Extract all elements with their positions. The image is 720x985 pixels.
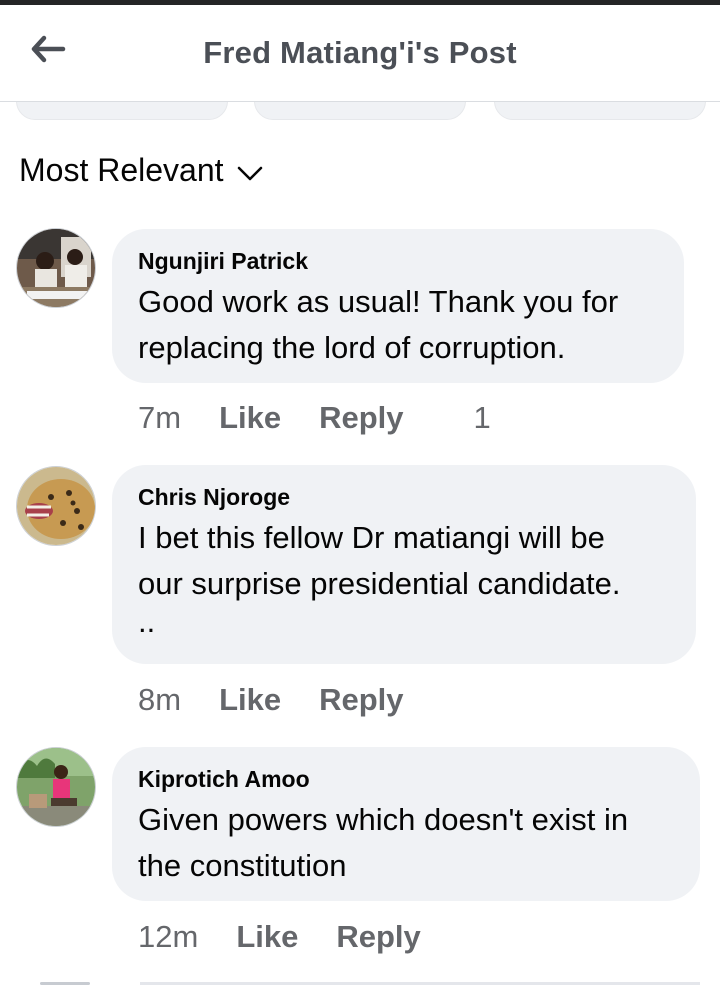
reply-button[interactable]: Reply <box>319 400 403 436</box>
comment-line: Given powers which doesn't exist in <box>138 802 629 837</box>
comment-time[interactable]: 8m <box>138 682 181 718</box>
comment-line: the constitution <box>138 848 347 883</box>
avatar-photo <box>17 748 95 826</box>
comment-bubble[interactable]: Chris Njoroge I bet this fellow Dr matia… <box>112 465 696 664</box>
reaction-filter-chips <box>0 102 720 122</box>
avatar-photo <box>17 229 95 307</box>
reply-button[interactable]: Reply <box>336 919 420 955</box>
comment-line: I bet this fellow Dr matiangi will be <box>138 520 605 555</box>
avatar[interactable] <box>16 228 96 308</box>
filter-chip[interactable] <box>494 102 706 120</box>
page-title: Fred Matiang'i's Post <box>203 35 517 70</box>
comment-author[interactable]: Ngunjiri Patrick <box>138 245 658 277</box>
comment-time[interactable]: 7m <box>138 400 181 436</box>
comment-actions: 7m Like Reply 1 <box>138 400 491 436</box>
comment-line: Good work as usual! Thank you for <box>138 284 619 319</box>
sort-label: Most Relevant <box>19 152 224 188</box>
filter-chip[interactable] <box>16 102 228 120</box>
comment-bubble[interactable]: Ngunjiri Patrick Good work as usual! Tha… <box>112 229 684 383</box>
chevron-down-icon <box>237 166 262 180</box>
like-button[interactable]: Like <box>236 919 298 955</box>
avatar-photo <box>17 467 95 545</box>
reply-button[interactable]: Reply <box>319 682 403 718</box>
comment-actions: 8m Like Reply <box>138 682 404 718</box>
comment-bubble[interactable]: Kiprotich Amoo Given powers which doesn'… <box>112 747 700 901</box>
like-button[interactable]: Like <box>219 400 281 436</box>
like-button[interactable]: Like <box>219 682 281 718</box>
filter-chip[interactable] <box>254 102 466 120</box>
comment-author[interactable]: Kiprotich Amoo <box>138 763 674 795</box>
avatar[interactable] <box>16 747 96 827</box>
comment-line: replacing the lord of corruption. <box>138 330 566 365</box>
comment-line: our surprise presidential candidate. <box>138 566 621 601</box>
reaction-count[interactable]: 1 <box>474 400 491 436</box>
comment-author[interactable]: Chris Njoroge <box>138 481 670 513</box>
comment-actions: 12m Like Reply <box>138 919 421 955</box>
comment-time[interactable]: 12m <box>138 919 198 955</box>
top-bar: Fred Matiang'i's Post <box>0 5 720 102</box>
sort-dropdown[interactable]: Most Relevant <box>19 152 264 189</box>
avatar[interactable] <box>16 466 96 546</box>
